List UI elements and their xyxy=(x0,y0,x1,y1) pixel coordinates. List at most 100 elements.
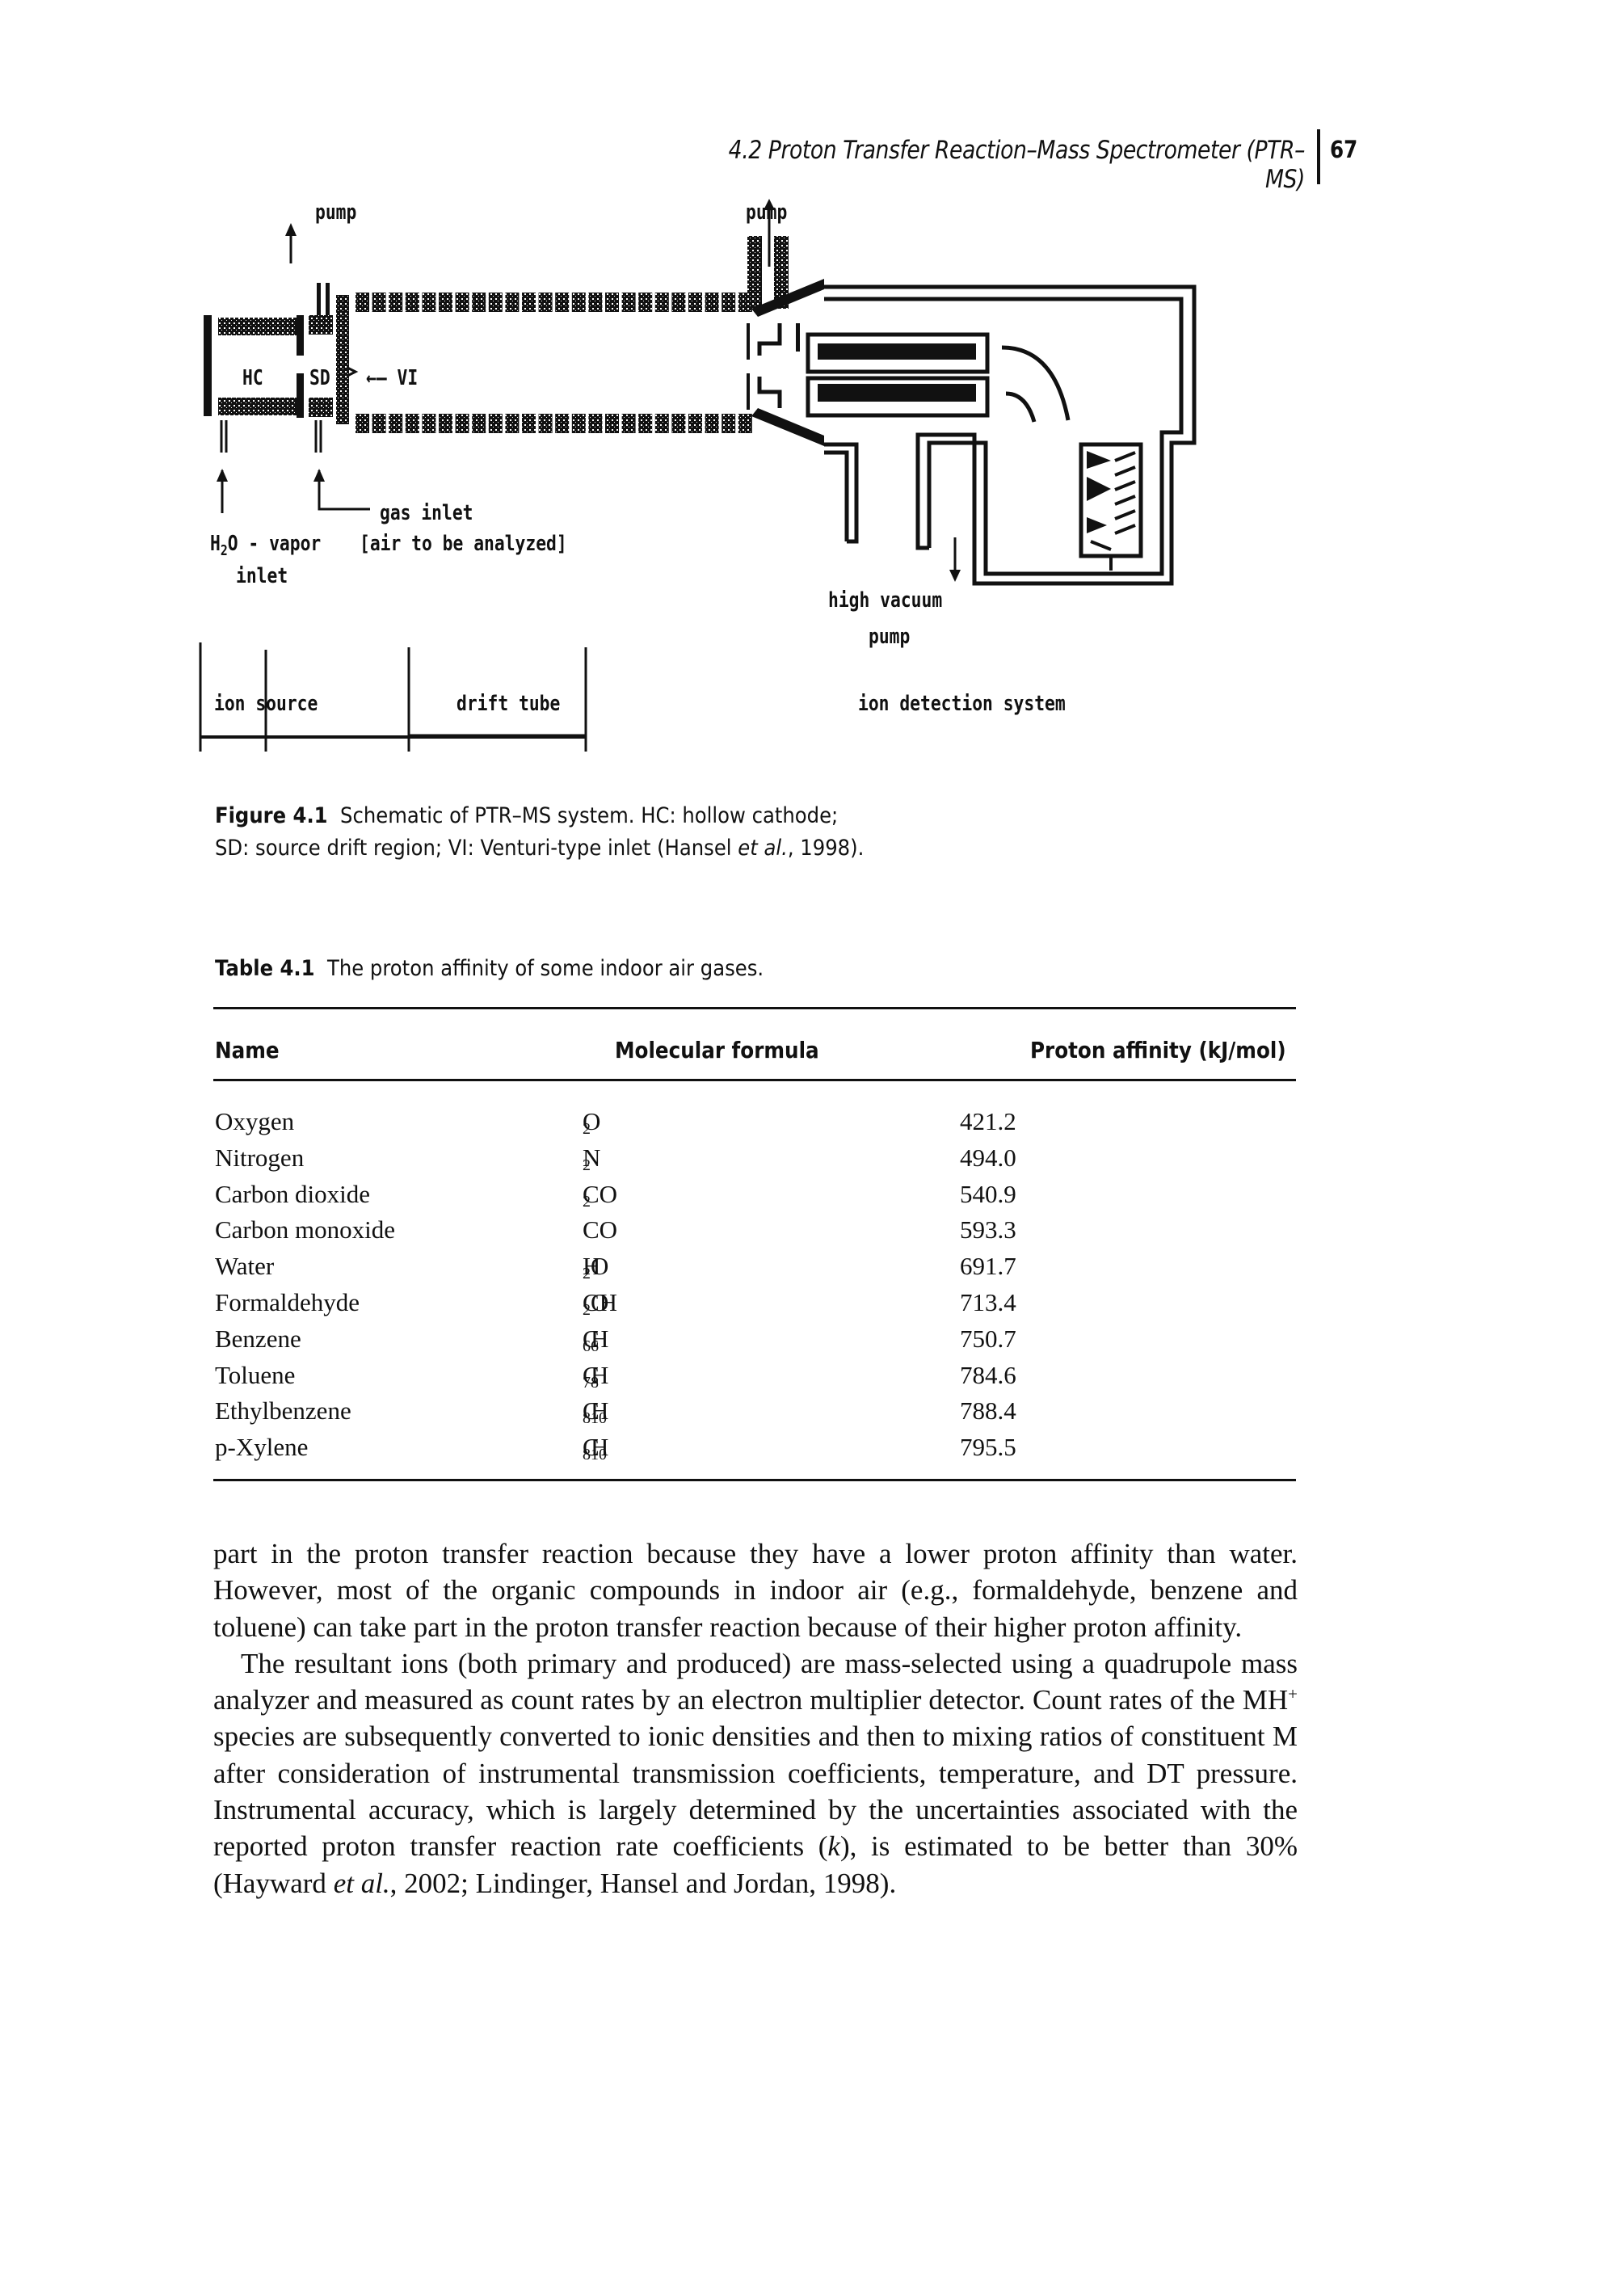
cell-name: Carbon dioxide xyxy=(215,1179,370,1208)
table-row: Ethylbenzene C 8 H 10 788.4 xyxy=(213,1396,1296,1433)
table-row: p-Xylene C 8 H 10 795.5 xyxy=(213,1433,1296,1469)
cell-name: Carbon monoxide xyxy=(215,1215,395,1244)
cell-formula: O2 xyxy=(583,1107,600,1139)
paragraph-2-part-d: , 2002; Lindinger, Hansel and Jordan, 19… xyxy=(389,1867,897,1899)
cell-name: Benzene xyxy=(215,1324,301,1353)
section-ion-source: ion source xyxy=(214,692,318,716)
h2o-prefix: H xyxy=(210,532,221,556)
sd-label: SD xyxy=(309,366,330,390)
table-bottom-rule xyxy=(213,1479,1296,1481)
drift-ring xyxy=(372,293,386,312)
schematic-drawing xyxy=(199,199,1197,752)
hc-label: HC xyxy=(242,366,263,390)
italic-k: k xyxy=(827,1830,840,1863)
italic-et-al: et al. xyxy=(333,1867,390,1899)
drift-ring xyxy=(738,414,752,433)
figure-caption-etal: et al. xyxy=(738,836,788,861)
drift-ring xyxy=(671,293,686,312)
drift-ring xyxy=(605,414,619,433)
drift-ring xyxy=(488,293,503,312)
cell-proton-affinity: 750.7 xyxy=(960,1324,1016,1353)
drift-ring xyxy=(472,414,486,433)
drift-ring xyxy=(505,293,520,312)
formula-text: O xyxy=(583,1107,601,1135)
table-caption-label: Table 4.1 xyxy=(215,956,315,981)
drift-ring xyxy=(555,293,570,312)
formula-text: H xyxy=(591,1360,609,1389)
cell-formula: H2O xyxy=(583,1252,608,1283)
table-row: Benzene C 6 H 6 750.7 xyxy=(213,1324,1296,1361)
formula-text: H xyxy=(591,1433,609,1462)
formula-text: H xyxy=(591,1324,609,1353)
cell-proton-affinity: 494.0 xyxy=(960,1143,1016,1172)
ptr-ms-schematic: pump pump HC SD ←— VI gas inlet [air to … xyxy=(194,186,1244,784)
drift-ring xyxy=(372,414,386,433)
drift-ring xyxy=(571,414,586,433)
cell-proton-affinity: 713.4 xyxy=(960,1288,1016,1316)
drift-ring xyxy=(588,293,603,312)
table-row: Formaldehyde CH 2 O 713.4 xyxy=(213,1288,1296,1324)
drift-ring xyxy=(571,293,586,312)
drift-ring xyxy=(405,414,419,433)
cell-formula: C 8 H 10 xyxy=(583,1396,608,1428)
h2o-inlet-label: inlet xyxy=(236,564,288,588)
formula-text: O xyxy=(591,1288,609,1316)
deflector-arcs xyxy=(1001,345,1071,423)
drift-ring xyxy=(588,414,603,433)
drift-ring xyxy=(605,293,619,312)
drift-ring xyxy=(488,414,503,433)
figure-caption-label: Figure 4.1 xyxy=(215,803,328,828)
high-vacuum-pump-label: pump xyxy=(869,625,911,649)
paragraph-2-part-a: The resultant ions (both primary and pro… xyxy=(213,1647,1298,1716)
section-drift-tube: drift tube xyxy=(456,692,561,716)
cell-formula: C6H6 xyxy=(583,1324,608,1356)
h2o-suffix: O - vapor xyxy=(227,532,322,556)
figure-caption: Figure 4.1 Schematic of PTR–MS system. H… xyxy=(215,800,869,865)
high-vacuum-label: high vacuum xyxy=(828,588,943,613)
drift-ring xyxy=(654,414,669,433)
cell-proton-affinity: 421.2 xyxy=(960,1107,1016,1135)
drift-ring xyxy=(472,293,486,312)
drift-ring xyxy=(538,414,553,433)
table-header-formula: Molecular formula xyxy=(615,1037,819,1063)
cell-proton-affinity: 788.4 xyxy=(960,1396,1016,1426)
drift-tube-rings-bottom xyxy=(356,414,752,433)
drift-ring xyxy=(522,293,536,312)
cell-name: Water xyxy=(215,1252,275,1281)
cell-proton-affinity: 691.7 xyxy=(960,1252,1016,1281)
cell-proton-affinity: 795.5 xyxy=(960,1433,1016,1462)
cell-name: Ethylbenzene xyxy=(215,1396,351,1426)
cell-formula: C 8 H 10 xyxy=(583,1433,609,1464)
cell-proton-affinity: 784.6 xyxy=(960,1360,1016,1389)
drift-ring xyxy=(405,293,419,312)
drift-ring xyxy=(688,293,702,312)
cell-name: Toluene xyxy=(215,1360,296,1389)
drift-ring xyxy=(538,293,553,312)
drift-ring xyxy=(439,293,452,312)
table-row: Oxygen O 2 421.2 xyxy=(213,1107,1296,1143)
formula-text: CO xyxy=(583,1179,618,1208)
table-header-proton-affinity: Proton affinity (kJ/mol) xyxy=(1030,1037,1286,1063)
drift-ring xyxy=(671,414,686,433)
drift-ring xyxy=(356,293,369,312)
drift-ring xyxy=(722,414,736,433)
drift-ring xyxy=(422,293,436,312)
drift-tube-rings xyxy=(356,293,752,312)
pump-label-left: pump xyxy=(315,200,357,225)
cell-formula: N2 xyxy=(583,1143,600,1175)
table-row: Toluene C 7 H 8 784.6 xyxy=(213,1361,1296,1397)
drift-ring xyxy=(505,414,520,433)
h2o-vapor-label: H2O - vapor xyxy=(210,533,321,558)
cell-formula: C7H8 xyxy=(583,1361,608,1392)
cell-formula: CO 2 xyxy=(583,1180,617,1211)
cell-proton-affinity: 540.9 xyxy=(960,1179,1016,1208)
table-row: Water H 2 O 691.7 xyxy=(213,1252,1296,1288)
paragraph-1: part in the proton transfer reaction bec… xyxy=(213,1538,1298,1643)
running-head-rule xyxy=(1317,129,1320,184)
drift-ring xyxy=(688,414,702,433)
section-ion-detection: ion detection system xyxy=(858,692,1066,716)
table-header-rule xyxy=(213,1079,1296,1081)
drift-ring xyxy=(638,414,653,433)
cell-name: p-Xylene xyxy=(215,1433,309,1462)
drift-ring xyxy=(455,293,469,312)
